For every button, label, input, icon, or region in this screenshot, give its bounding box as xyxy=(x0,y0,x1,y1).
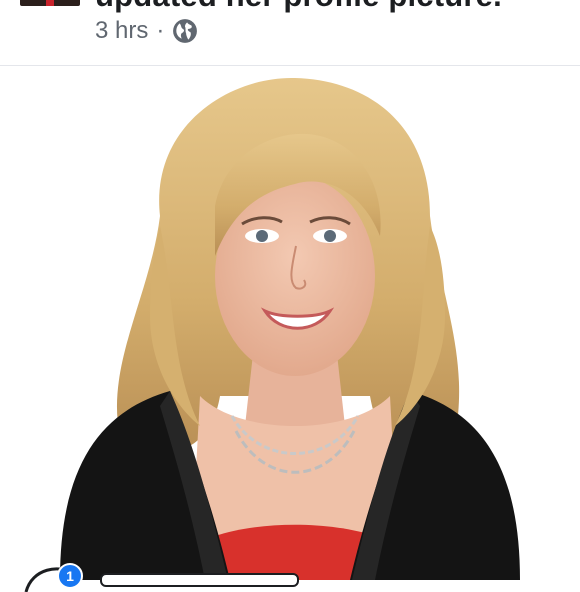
avatar[interactable] xyxy=(20,0,80,6)
meta-separator: · xyxy=(156,17,165,44)
post-header: updated her profile picture. 3 hrs · xyxy=(0,0,580,66)
bottom-pill[interactable] xyxy=(100,573,299,587)
notification-count-badge[interactable]: 1 xyxy=(57,563,83,589)
globe-icon[interactable] xyxy=(172,18,198,44)
post-meta: 3 hrs · xyxy=(95,17,198,45)
post-action-text: updated her profile picture. xyxy=(95,0,502,14)
profile-photo[interactable] xyxy=(0,66,580,580)
post-timestamp[interactable]: 3 hrs xyxy=(95,17,148,45)
